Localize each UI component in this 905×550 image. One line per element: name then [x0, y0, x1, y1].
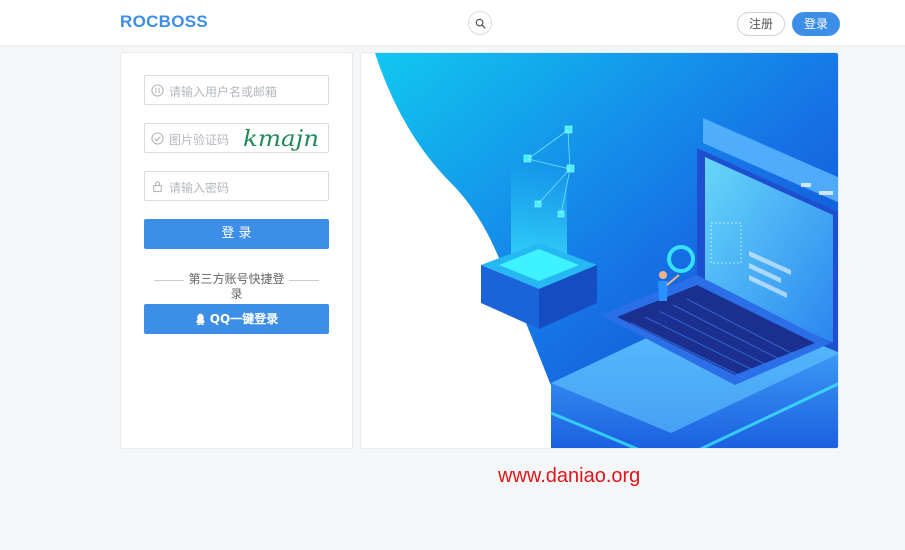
- captcha-image[interactable]: kmajn: [241, 125, 326, 151]
- lock-icon: [153, 181, 162, 193]
- user-icon: [151, 84, 164, 97]
- top-nav-bar: ROCBOSS 注册 登录: [0, 0, 905, 45]
- qq-icon: [196, 313, 205, 325]
- watermark-url: www.daniao.org: [498, 465, 641, 487]
- captcha-placeholder: 图片验证码: [169, 133, 230, 147]
- username-field[interactable]: 请输入用户名或邮箱: [144, 75, 329, 105]
- login-button-header[interactable]: 登录: [792, 12, 840, 36]
- third-party-login-label: 第三方账号快捷登录: [154, 272, 319, 302]
- search-button[interactable]: [468, 11, 492, 35]
- login-form-card: 请输入用户名或邮箱 图片验证码 kmajn 请输入密码 登 录 第三方账号快捷登…: [120, 52, 353, 449]
- hero-illustration-card: [360, 52, 839, 449]
- search-icon: [475, 18, 486, 29]
- captcha-field[interactable]: 图片验证码 kmajn: [144, 123, 329, 153]
- qq-login-label: QQ一键登录: [209, 312, 279, 326]
- register-button[interactable]: 注册: [737, 12, 785, 36]
- password-placeholder: 请输入密码: [169, 181, 230, 195]
- captcha-text: kmajn: [243, 127, 319, 151]
- username-placeholder: 请输入用户名或邮箱: [169, 85, 278, 99]
- hero-illustration: [375, 53, 838, 448]
- check-circle-icon: [151, 132, 164, 145]
- login-submit-button[interactable]: 登 录: [144, 219, 329, 249]
- site-logo[interactable]: ROCBOSS: [120, 12, 208, 32]
- qq-login-button[interactable]: QQ一键登录: [144, 304, 329, 334]
- password-field[interactable]: 请输入密码: [144, 171, 329, 201]
